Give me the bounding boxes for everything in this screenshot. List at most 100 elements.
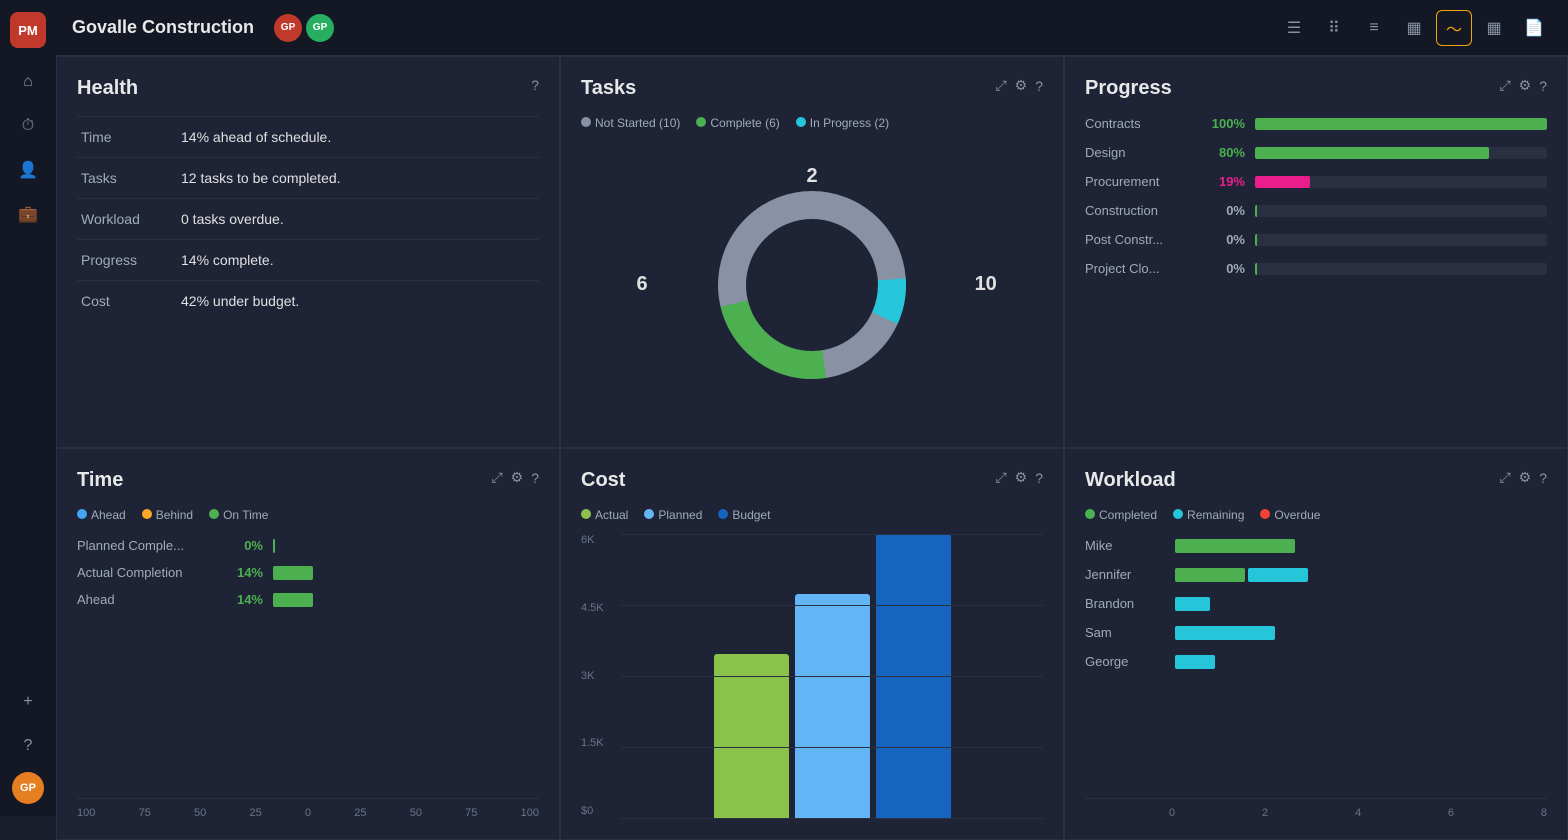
- cost-bar-group: [714, 534, 951, 819]
- cost-legend: Actual Planned Budget: [581, 508, 1043, 522]
- workload-bars-jennifer: [1175, 568, 1308, 582]
- workload-expand-icon[interactable]: ⤢: [1499, 469, 1510, 486]
- progress-label-design: Design: [1085, 145, 1195, 160]
- tasks-help-icon[interactable]: ?: [1035, 78, 1043, 94]
- cost-settings-icon[interactable]: ⚙: [1015, 469, 1028, 486]
- legend-not-started: Not Started (10): [581, 116, 680, 130]
- add-button[interactable]: +: [10, 684, 46, 720]
- progress-row-project-clo: Project Clo... 0%: [1085, 261, 1547, 276]
- progress-bar-design-fill: [1255, 147, 1489, 159]
- avatar-2[interactable]: GP: [306, 14, 334, 42]
- health-value-cost: 42% under budget.: [177, 281, 539, 322]
- avatar-1[interactable]: GP: [274, 14, 302, 42]
- progress-row-construction: Construction 0%: [1085, 203, 1547, 218]
- health-label-time: Time: [77, 117, 177, 158]
- progress-bar-post-constr-bg: [1255, 234, 1547, 246]
- time-axis-50-left: 50: [194, 807, 206, 819]
- cost-expand-icon[interactable]: ⤢: [995, 469, 1006, 486]
- tasks-actions: ⤢ ⚙ ?: [995, 77, 1043, 94]
- calendar-view-button[interactable]: ▦: [1476, 10, 1512, 46]
- health-title: Health: [77, 77, 138, 100]
- legend-budget: Budget: [718, 508, 770, 522]
- workload-help-icon[interactable]: ?: [1539, 470, 1547, 486]
- cost-bar-budget: [876, 534, 951, 819]
- progress-label-procurement: Procurement: [1085, 174, 1195, 189]
- health-row-tasks: Tasks 12 tasks to be completed.: [77, 158, 539, 199]
- app-logo[interactable]: PM: [10, 12, 46, 48]
- progress-pct-construction: 0%: [1205, 203, 1245, 218]
- progress-bar-post-constr-fill: [1255, 234, 1257, 246]
- sidebar-item-history[interactable]: ⏱: [10, 108, 46, 144]
- cost-actions: ⤢ ⚙ ?: [995, 469, 1043, 486]
- workload-axis-2: 2: [1262, 807, 1268, 819]
- cost-title: Cost: [581, 469, 625, 492]
- progress-actions: ⤢ ⚙ ?: [1499, 77, 1547, 94]
- tasks-expand-icon[interactable]: ⤢: [995, 77, 1006, 94]
- progress-bar-design-bg: [1255, 147, 1547, 159]
- doc-view-button[interactable]: 📄: [1516, 10, 1552, 46]
- progress-panel-header: Progress ⤢ ⚙ ?: [1085, 77, 1547, 100]
- progress-bar-contracts-bg: [1255, 118, 1547, 130]
- donut-label-2: 2: [806, 165, 817, 188]
- progress-settings-icon[interactable]: ⚙: [1519, 77, 1532, 94]
- workload-bars-george: [1175, 655, 1215, 669]
- time-help-icon[interactable]: ?: [531, 470, 539, 486]
- progress-row-procurement: Procurement 19%: [1085, 174, 1547, 189]
- timeline-view-button[interactable]: ≡: [1356, 10, 1392, 46]
- progress-bar-construction-bg: [1255, 205, 1547, 217]
- health-label-tasks: Tasks: [77, 158, 177, 199]
- progress-help-icon[interactable]: ?: [1539, 78, 1547, 94]
- workload-actions: ⤢ ⚙ ?: [1499, 469, 1547, 486]
- grid-view-button[interactable]: ⠿: [1316, 10, 1352, 46]
- progress-pct-contracts: 100%: [1205, 116, 1245, 131]
- legend-on-time: On Time: [209, 508, 268, 522]
- workload-settings-icon[interactable]: ⚙: [1519, 469, 1532, 486]
- time-pct-planned: 0%: [227, 538, 263, 553]
- list-view-button[interactable]: ☰: [1276, 10, 1312, 46]
- health-panel-header: Health ?: [77, 77, 539, 100]
- workload-panel: Workload ⤢ ⚙ ? Completed Remaining Overd…: [1064, 448, 1568, 840]
- workload-axis-8: 8: [1541, 807, 1547, 819]
- header: Govalle Construction GP GP ☰ ⠿ ≡ ▦ 〜 ▦ 📄: [56, 0, 1568, 56]
- legend-remaining: Remaining: [1173, 508, 1244, 522]
- time-expand-icon[interactable]: ⤢: [491, 469, 502, 486]
- sidebar-item-portfolio[interactable]: 💼: [10, 196, 46, 232]
- time-axis-25-left: 25: [249, 807, 261, 819]
- sidebar-item-people[interactable]: 👤: [10, 152, 46, 188]
- sidebar-item-home[interactable]: ⌂: [10, 64, 46, 100]
- progress-row-design: Design 80%: [1085, 145, 1547, 160]
- progress-expand-icon[interactable]: ⤢: [1499, 77, 1510, 94]
- cost-bar-planned: [795, 594, 870, 819]
- progress-bar-procurement-bg: [1255, 176, 1547, 188]
- cost-help-icon[interactable]: ?: [1035, 470, 1043, 486]
- legend-planned: Planned: [644, 508, 702, 522]
- progress-pct-design: 80%: [1205, 145, 1245, 160]
- progress-pct-post-constr: 0%: [1205, 232, 1245, 247]
- progress-bar-procurement-fill: [1255, 176, 1310, 188]
- workload-bar-brandon-remaining: [1175, 597, 1210, 611]
- time-panel: Time ⤢ ⚙ ? Ahead Behind On Time Planned …: [56, 448, 560, 840]
- user-avatar[interactable]: GP: [12, 772, 44, 804]
- help-icon[interactable]: ?: [10, 728, 46, 764]
- tasks-panel-header: Tasks ⤢ ⚙ ?: [581, 77, 1043, 100]
- time-axis-75-right: 75: [465, 807, 477, 819]
- donut-label-10: 10: [975, 273, 997, 296]
- cost-bars-wrapper: [581, 534, 1043, 819]
- donut-label-6: 6: [636, 273, 647, 296]
- time-pct-ahead: 14%: [227, 592, 263, 607]
- chart-view-button[interactable]: 〜: [1436, 10, 1472, 46]
- sidebar: PM ⌂ ⏱ 👤 💼 + ? GP: [0, 0, 56, 816]
- health-actions: ?: [531, 77, 539, 93]
- health-row-progress: Progress 14% complete.: [77, 240, 539, 281]
- progress-bar-project-clo-fill: [1255, 263, 1257, 275]
- cost-panel: Cost ⤢ ⚙ ? Actual Planned Budget 6K 4.5K…: [560, 448, 1064, 840]
- workload-row-mike: Mike: [1085, 538, 1547, 553]
- time-bar-actual-container: [273, 566, 539, 580]
- time-settings-icon[interactable]: ⚙: [511, 469, 524, 486]
- workload-axis-4: 4: [1355, 807, 1361, 819]
- tasks-settings-icon[interactable]: ⚙: [1015, 77, 1028, 94]
- table-view-button[interactable]: ▦: [1396, 10, 1432, 46]
- health-help-icon[interactable]: ?: [531, 77, 539, 93]
- tasks-title: Tasks: [581, 77, 636, 100]
- progress-label-post-constr: Post Constr...: [1085, 232, 1195, 247]
